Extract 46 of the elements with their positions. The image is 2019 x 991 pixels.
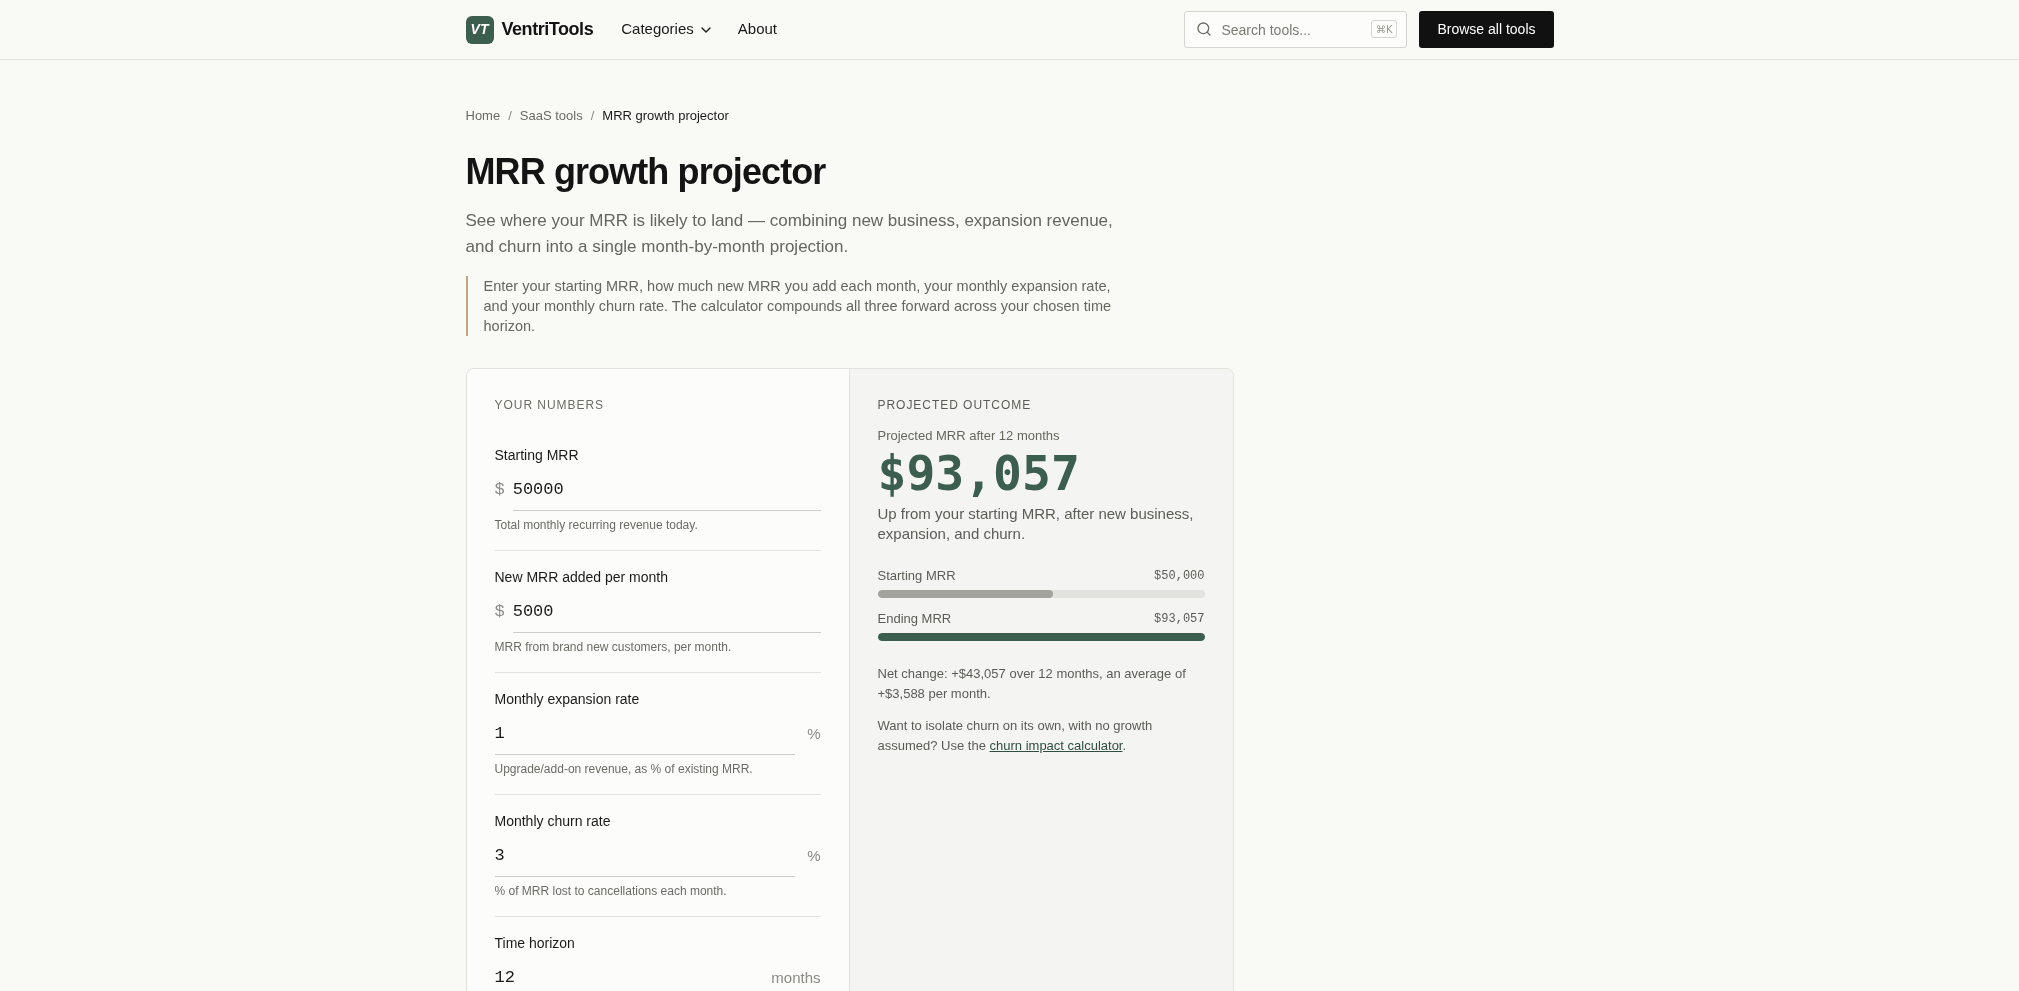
bar-label: Ending MRR bbox=[877, 610, 952, 628]
months-input[interactable]: 12 bbox=[494, 957, 760, 991]
shortcut-key: ⌘K bbox=[1370, 20, 1398, 38]
section-heading: PROJECTED OUTCOME bbox=[877, 397, 1033, 413]
field-label: New MRR added per month bbox=[494, 568, 670, 587]
amount-input[interactable]: 50000 bbox=[512, 469, 821, 511]
browse-tools-button[interactable]: Browse all tools bbox=[1419, 11, 1554, 48]
breadcrumb-separator: / bbox=[590, 108, 595, 124]
net-change-note: Net change: +$43,057 over 12 months, an average of +$3,588 per month. bbox=[877, 665, 1187, 703]
breadcrumb-link[interactable]: Home bbox=[465, 108, 501, 124]
field-label: Starting MRR bbox=[494, 446, 580, 465]
percent-sign: % bbox=[807, 723, 821, 744]
page-title: MRR growth projector bbox=[465, 150, 827, 194]
field-hint: Upgrade/add-on revenue, as % of existing MRR. bbox=[494, 761, 754, 777]
field-hint: % of MRR lost to cancellations each month. bbox=[494, 883, 728, 899]
bar-value: $93,057 bbox=[1154, 611, 1205, 628]
search-icon bbox=[1196, 21, 1213, 37]
brand-name[interactable]: VentriTools bbox=[501, 16, 594, 43]
field-hint: Total monthly recurring revenue today. bbox=[494, 517, 699, 533]
calculator-link[interactable]: churn impact calculator bbox=[989, 738, 1123, 753]
amount-input[interactable]: 5000 bbox=[512, 591, 821, 633]
logo-mark[interactable]: VT bbox=[465, 15, 494, 44]
instructions-callout: Enter your starting MRR, how much new MRR you add each month, your monthly expansion rate, and your monthly churn rate. The calculator compounds all three forward across your chosen time horizon. bbox=[465, 276, 1126, 336]
percent-sign: % bbox=[807, 845, 821, 866]
page-subtitle: See where your MRR is likely to land — combining new business, expansion revenue, and churn into a single month-by-month projection. bbox=[465, 210, 1114, 258]
currency-symbol: $ bbox=[494, 601, 505, 624]
currency-symbol: $ bbox=[494, 479, 505, 502]
breadcrumb-current: MRR growth projector bbox=[602, 108, 729, 124]
bar-value: $50,000 bbox=[1154, 568, 1205, 585]
breadcrumb-link[interactable]: SaaS tools bbox=[519, 108, 583, 124]
field-hint: MRR from brand new customers, per month. bbox=[494, 639, 733, 655]
field-label: Monthly churn rate bbox=[494, 812, 612, 831]
bar-label: Starting MRR bbox=[877, 567, 956, 585]
projected-mrr-value: $93,057 bbox=[877, 447, 1081, 499]
result-summary: Up from your starting MRR, after new business, expansion, and churn. bbox=[877, 504, 1195, 544]
field-label: Time horizon bbox=[494, 934, 576, 953]
nav-link[interactable]: About bbox=[737, 18, 777, 41]
rate-input[interactable]: 1 bbox=[494, 713, 796, 755]
result-caption: Projected MRR after 12 months bbox=[877, 427, 1061, 445]
section-heading: YOUR NUMBERS bbox=[494, 397, 606, 413]
related-tool-note: Want to isolate churn on its own, with no growth assumed? Use the churn impact calculator. bbox=[877, 717, 1154, 755]
rate-input[interactable]: 3 bbox=[494, 835, 796, 877]
field-label: Monthly expansion rate bbox=[494, 690, 641, 709]
breadcrumb-separator: / bbox=[508, 108, 512, 124]
unit-label: months bbox=[771, 967, 821, 988]
categories-menu[interactable]: Categories bbox=[621, 18, 714, 41]
